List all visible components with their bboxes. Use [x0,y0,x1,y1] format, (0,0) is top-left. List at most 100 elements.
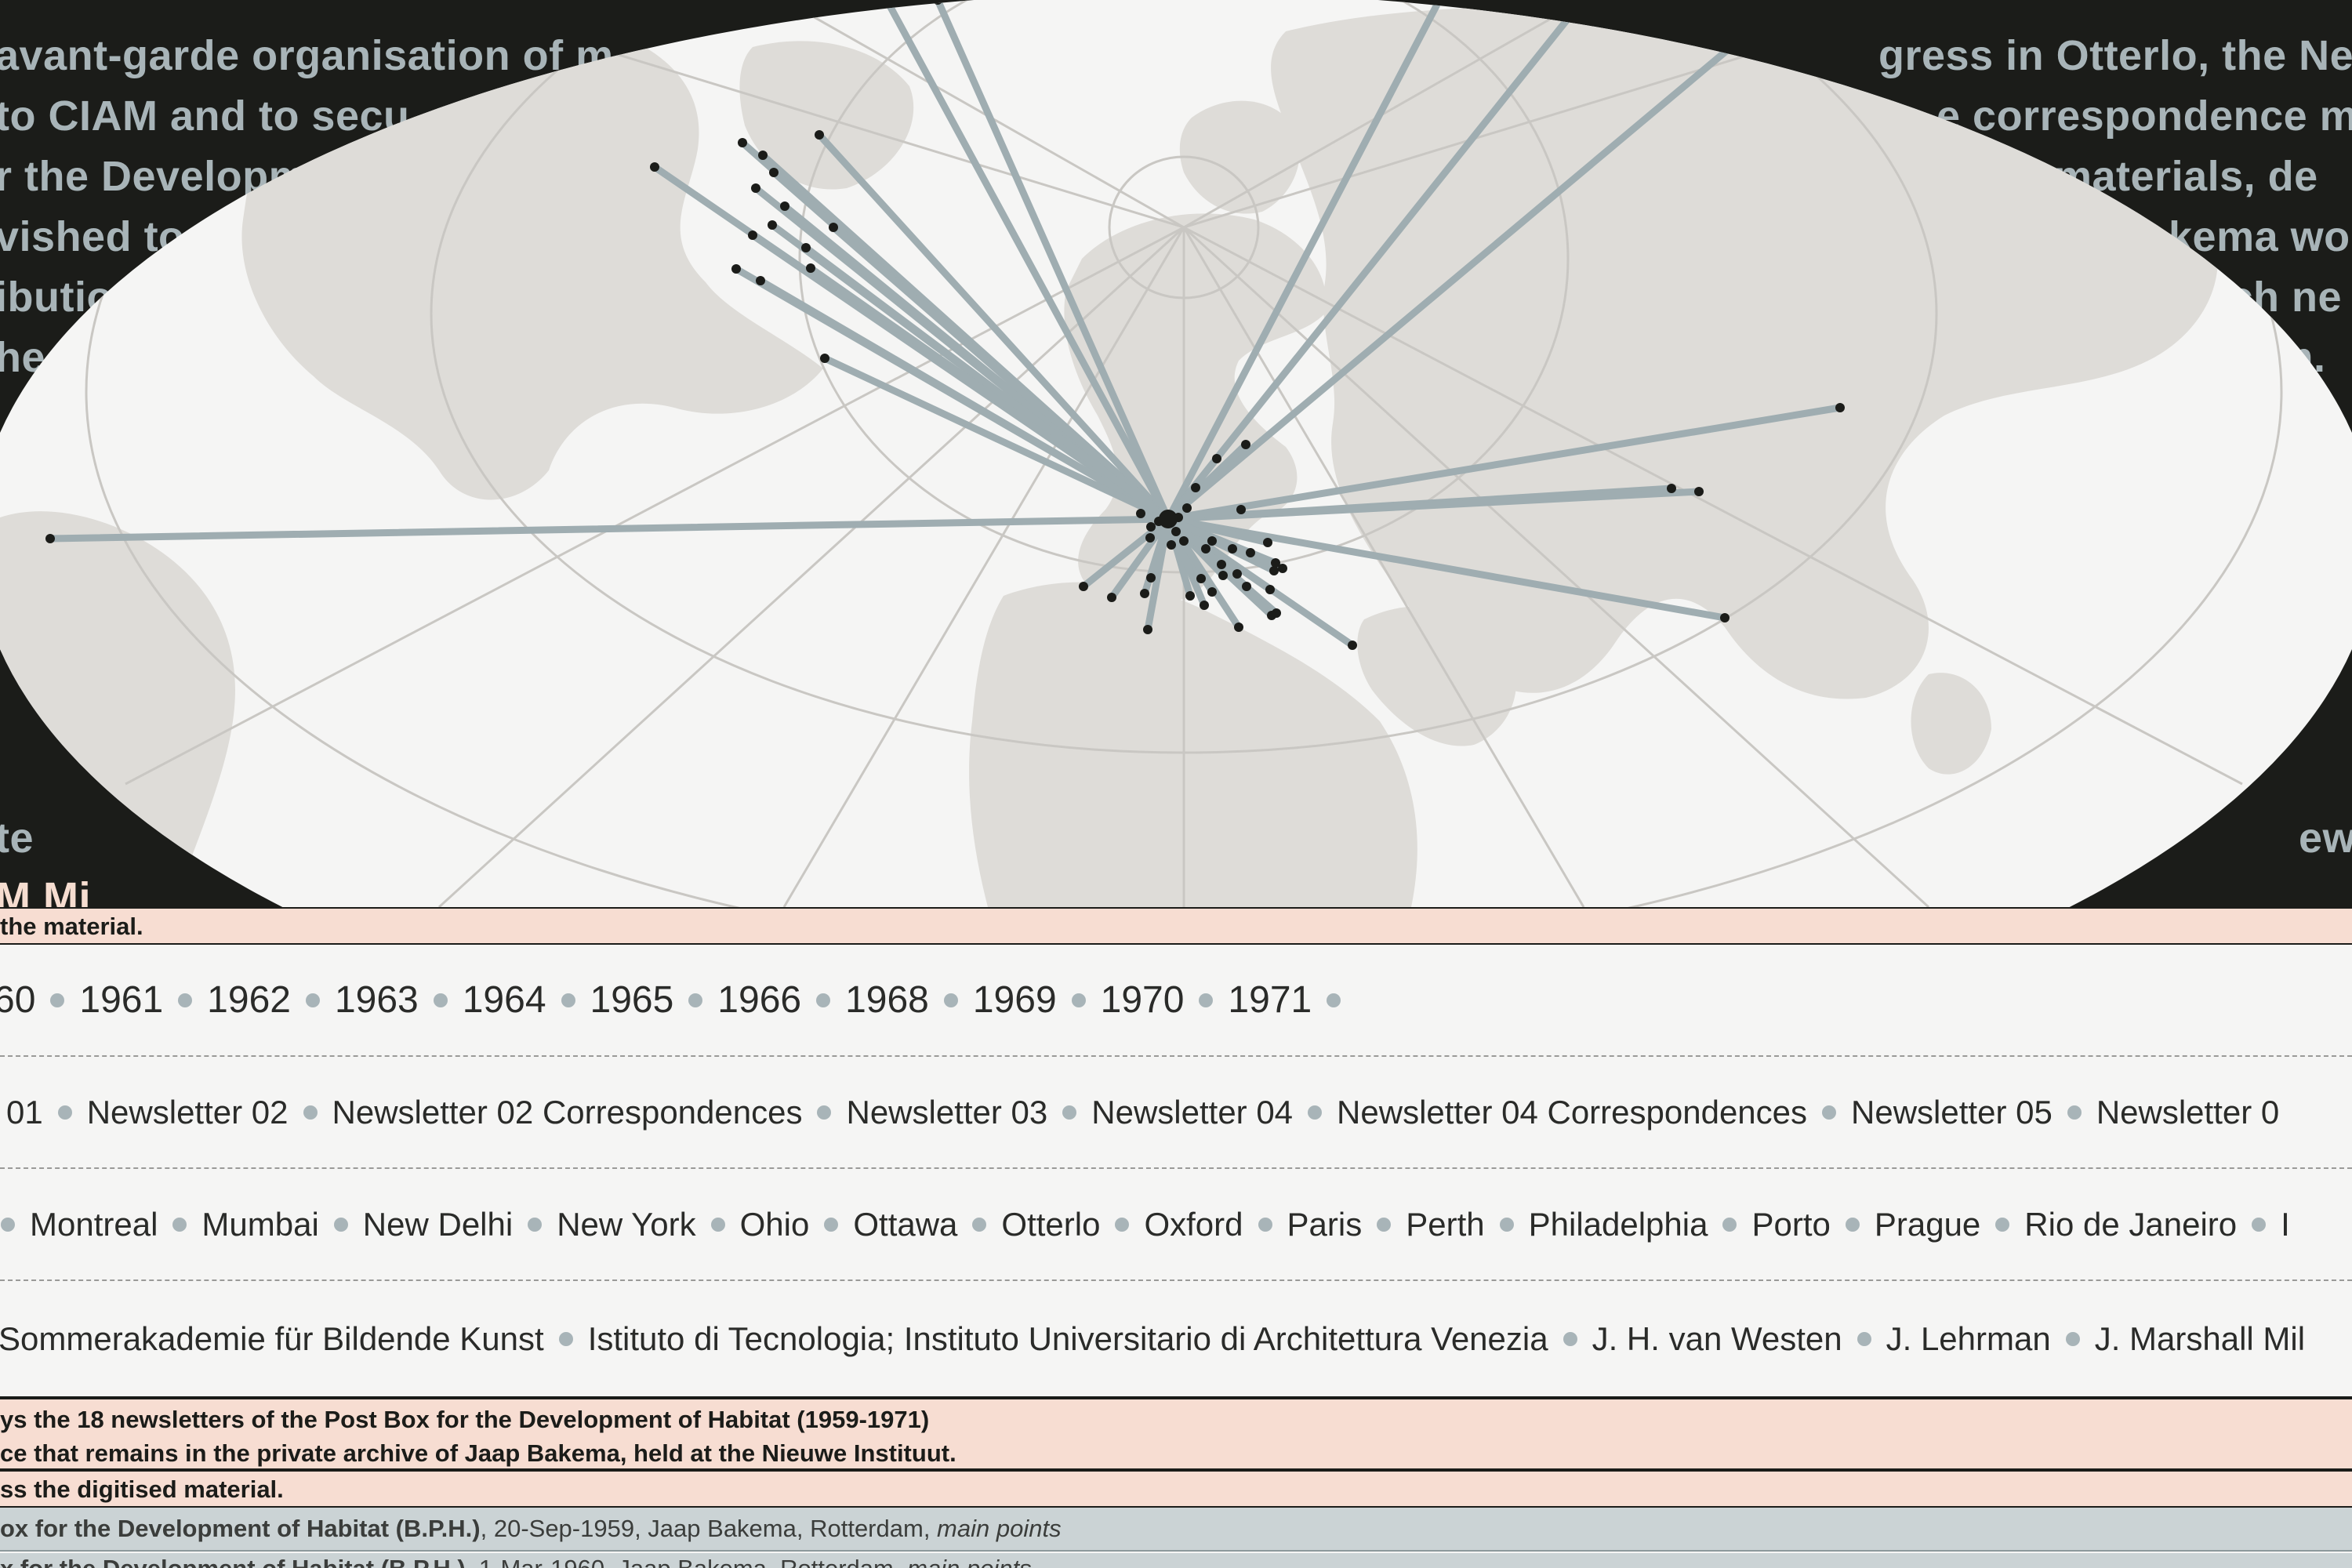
location-point[interactable] [1746,26,1755,35]
location-point[interactable] [650,162,659,172]
city-item[interactable]: New York [513,1206,696,1243]
record-row-2[interactable]: x for the Development of Habitat (B.P.H.… [0,1553,2352,1568]
year-item[interactable]: 60 [0,978,35,1022]
city-item[interactable]: New Delhi [319,1206,513,1243]
location-point[interactable] [751,183,760,193]
location-point[interactable] [1201,544,1210,554]
city-item[interactable]: Ohio [696,1206,809,1243]
location-point[interactable] [829,223,838,232]
location-point[interactable] [1191,483,1200,492]
year-item[interactable]: 1962 [163,978,291,1022]
newsletter-item[interactable]: Newsletter 04 Correspondences [1293,1094,1807,1131]
city-item[interactable]: Otterlo [957,1206,1100,1243]
location-point[interactable] [1145,533,1155,543]
location-point[interactable] [1212,454,1221,463]
location-point[interactable] [758,151,768,160]
city-item[interactable]: Prague [1831,1206,1980,1243]
location-point[interactable] [1079,582,1088,591]
location-point[interactable] [1200,601,1209,610]
institution-item[interactable]: Sommerakademie für Bildende Kunst [0,1320,544,1358]
location-point[interactable] [1236,505,1246,514]
institution-filter-row[interactable]: Sommerakademie für Bildende Kunst Istitut… [0,1281,2352,1398]
newsletter-item[interactable]: Newsletter 03 [802,1094,1047,1131]
location-point[interactable] [1218,571,1228,580]
year-item[interactable]: 1961 [35,978,163,1022]
location-point[interactable] [1835,403,1845,412]
year-item[interactable]: 1966 [673,978,801,1022]
year-item[interactable]: 1964 [419,978,546,1022]
institution-item[interactable]: J. H. van Westen [1548,1320,1842,1358]
year-item[interactable]: 1971 [1184,978,1312,1022]
location-point[interactable] [1667,484,1676,493]
location-point[interactable] [1720,613,1730,622]
newsletter-filter-row[interactable]: 01 Newsletter 02 Newsletter 02 Corresponde… [0,1057,2352,1169]
location-point[interactable] [1196,574,1206,583]
city-item[interactable]: Rio de Janeiro [1980,1206,2237,1243]
location-point[interactable] [1241,440,1250,449]
location-point[interactable] [1242,582,1251,591]
institution-item[interactable]: J. Marshall Mil [2051,1320,2305,1358]
city-item[interactable]: Paris [1243,1206,1362,1243]
location-point[interactable] [768,220,777,230]
city-item[interactable]: Mumbai [158,1206,319,1243]
location-point[interactable] [1269,566,1279,575]
year-filter-row[interactable]: 60 1961 1962 1963 1964 1965 1966 1968 1969 1970 19… [0,945,2352,1057]
location-point[interactable] [1143,625,1152,634]
location-point[interactable] [1179,536,1189,546]
location-point[interactable] [1146,522,1156,532]
newsletter-item[interactable]: 01 [6,1094,43,1131]
location-point[interactable] [1265,585,1275,594]
location-point[interactable] [780,201,789,211]
location-point[interactable] [883,0,892,6]
location-point[interactable] [1167,540,1176,550]
city-item[interactable]: I [2237,1206,2290,1243]
record-row[interactable]: ox for the Development of Habitat (B.P.H… [0,1508,2352,1552]
city-item[interactable]: Philadelphia [1485,1206,1708,1243]
city-item[interactable]: Porto [1708,1206,1831,1243]
world-map[interactable] [0,0,2352,907]
newsletter-item[interactable]: Newsletter 0 [2053,1094,2279,1131]
year-item[interactable]: 1963 [291,978,419,1022]
location-point[interactable] [1228,544,1237,554]
location-point[interactable] [1182,503,1192,513]
city-item[interactable]: Ottawa [809,1206,957,1243]
city-filter-row[interactable]: Montreal Mumbai New Delhi New York Ohio Ottaw… [0,1169,2352,1281]
location-point[interactable] [1263,538,1272,547]
location-point[interactable] [45,534,55,543]
location-point[interactable] [1232,569,1242,579]
location-point[interactable] [1140,589,1149,598]
city-item[interactable]: Oxford [1100,1206,1243,1243]
location-point[interactable] [1107,593,1116,602]
city-item[interactable]: Montreal [0,1206,158,1243]
newsletter-item[interactable]: Newsletter 04 [1047,1094,1293,1131]
year-item[interactable]: 1970 [1057,978,1184,1022]
location-point[interactable] [756,276,765,285]
location-point[interactable] [1694,487,1704,496]
location-point[interactable] [1278,564,1287,573]
year-item[interactable]: 1969 [929,978,1057,1022]
location-point[interactable] [748,230,757,240]
year-item[interactable]: 1968 [801,978,929,1022]
location-point[interactable] [815,130,824,140]
newsletter-item[interactable]: Newsletter 02 [43,1094,289,1131]
location-point[interactable] [801,243,811,252]
location-point[interactable] [1207,587,1217,597]
location-point[interactable] [1171,527,1181,536]
location-point[interactable] [1578,0,1588,5]
location-point[interactable] [1246,548,1255,557]
institution-item[interactable]: Istituto di Tecnologia; Instituto Univer… [544,1320,1548,1358]
location-point[interactable] [769,168,779,177]
newsletter-item[interactable]: Newsletter 05 [1807,1094,2053,1131]
location-point[interactable] [1207,536,1217,546]
location-point[interactable] [820,354,829,363]
city-item[interactable]: Perth [1362,1206,1485,1243]
location-point[interactable] [738,138,747,147]
location-point[interactable] [1146,573,1156,583]
hub-point[interactable] [1159,510,1178,528]
location-point[interactable] [1136,509,1145,518]
location-point[interactable] [1435,0,1444,5]
location-point[interactable] [1185,591,1195,601]
location-point[interactable] [806,263,815,273]
location-point[interactable] [1348,641,1357,650]
location-point[interactable] [1217,560,1226,569]
